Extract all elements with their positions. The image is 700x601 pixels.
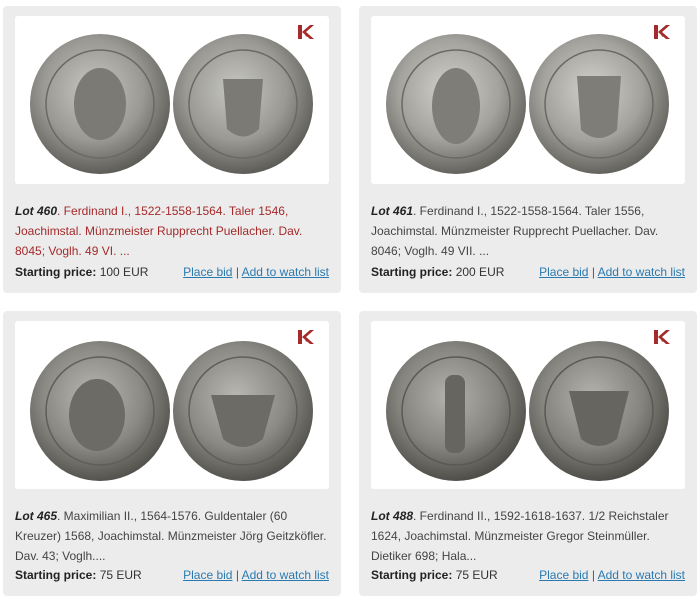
coin-image[interactable]	[371, 321, 685, 489]
add-to-watch-list-link[interactable]: Add to watch list	[242, 568, 329, 582]
starting-price-label: Starting price:	[15, 568, 97, 582]
coin-photo-pair	[386, 34, 669, 174]
lot-number-link[interactable]: Lot 488	[371, 509, 413, 523]
coin-photo-pair	[30, 341, 313, 481]
place-bid-link[interactable]: Place bid	[539, 265, 588, 279]
place-bid-link[interactable]: Place bid	[539, 568, 588, 582]
lot-number-link[interactable]: Lot 460	[15, 204, 57, 218]
link-separator: |	[235, 568, 239, 582]
starting-price-value: 75 EUR	[455, 568, 498, 582]
lot-title-text[interactable]: . Ferdinand I., 1522-1558-1564. Taler 15…	[371, 204, 658, 258]
link-separator: |	[235, 265, 239, 279]
lot-description: Lot 465. Maximilian II., 1564-1576. Guld…	[15, 506, 329, 566]
starting-price-label: Starting price:	[371, 568, 453, 582]
starting-price-value: 200 EUR	[455, 265, 505, 279]
lot-card: Lot 461. Ferdinand I., 1522-1558-1564. T…	[359, 6, 697, 293]
starting-price-label: Starting price:	[15, 265, 97, 279]
starting-price-value: 100 EUR	[99, 265, 149, 279]
lot-card: Lot 488. Ferdinand II., 1592-1618-1637. …	[359, 311, 697, 596]
coin-image[interactable]	[15, 321, 329, 489]
lot-card: Lot 465. Maximilian II., 1564-1576. Guld…	[3, 311, 341, 596]
lot-title-text[interactable]: . Ferdinand II., 1592-1618-1637. 1/2 Rei…	[371, 509, 669, 563]
link-separator: |	[591, 568, 595, 582]
lot-title-text[interactable]: . Maximilian II., 1564-1576. Guldentaler…	[15, 509, 326, 563]
coin-photo-pair	[30, 34, 313, 174]
starting-price-label: Starting price:	[371, 265, 453, 279]
starting-price-value: 75 EUR	[99, 568, 142, 582]
lot-footer: Starting price: 75 EUR Place bid | Add t…	[15, 568, 329, 586]
lot-description: Lot 461. Ferdinand I., 1522-1558-1564. T…	[371, 201, 685, 261]
add-to-watch-list-link[interactable]: Add to watch list	[598, 265, 685, 279]
coin-photo-pair	[386, 341, 669, 481]
lot-footer: Starting price: 100 EUR Place bid | Add …	[15, 265, 329, 283]
link-separator: |	[591, 265, 595, 279]
lot-footer: Starting price: 200 EUR Place bid | Add …	[371, 265, 685, 283]
place-bid-link[interactable]: Place bid	[183, 568, 232, 582]
lot-description: Lot 460. Ferdinand I., 1522-1558-1564. T…	[15, 201, 329, 261]
lot-footer: Starting price: 75 EUR Place bid | Add t…	[371, 568, 685, 586]
coin-image[interactable]	[15, 16, 329, 184]
lot-number-link[interactable]: Lot 465	[15, 509, 57, 523]
coin-image[interactable]	[371, 16, 685, 184]
lot-description: Lot 488. Ferdinand II., 1592-1618-1637. …	[371, 506, 685, 566]
lot-card: Lot 460. Ferdinand I., 1522-1558-1564. T…	[3, 6, 341, 293]
lot-number-link[interactable]: Lot 461	[371, 204, 413, 218]
add-to-watch-list-link[interactable]: Add to watch list	[242, 265, 329, 279]
place-bid-link[interactable]: Place bid	[183, 265, 232, 279]
add-to-watch-list-link[interactable]: Add to watch list	[598, 568, 685, 582]
lot-title-text[interactable]: . Ferdinand I., 1522-1558-1564. Taler 15…	[15, 204, 302, 258]
